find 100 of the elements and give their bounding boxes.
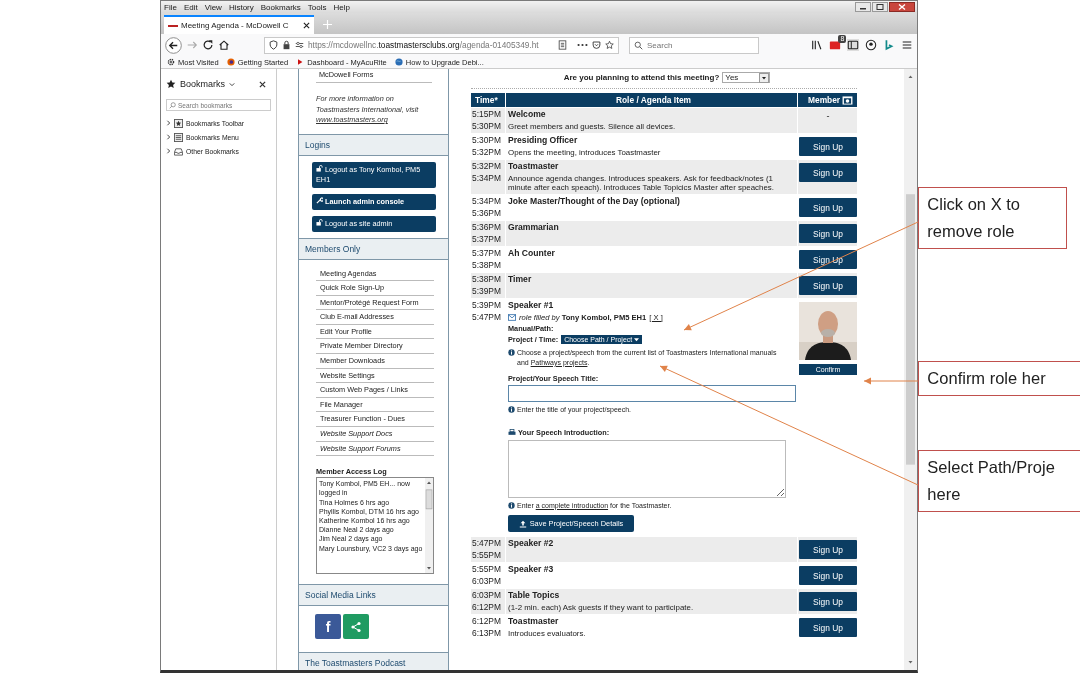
home-icon[interactable] bbox=[218, 39, 230, 51]
role-title: Speaker #3 bbox=[508, 564, 555, 576]
chevron-icon[interactable] bbox=[166, 134, 171, 140]
browser-tab[interactable]: Meeting Agenda - McDowell C bbox=[164, 15, 314, 34]
caret-icon bbox=[634, 337, 640, 342]
search-field[interactable]: Search bbox=[629, 36, 759, 54]
callout-box: Select Path/Proje here bbox=[918, 450, 1080, 512]
close-icon[interactable] bbox=[259, 80, 266, 88]
start-time: 5:15PM bbox=[472, 109, 502, 121]
star-folder-icon bbox=[174, 118, 183, 128]
scrollbar[interactable] bbox=[425, 478, 433, 574]
envelope-icon[interactable] bbox=[508, 313, 516, 321]
end-time: 6:13PM bbox=[472, 627, 502, 640]
search-icon bbox=[634, 40, 643, 50]
printer-icon[interactable] bbox=[508, 428, 516, 436]
start-time: 5:37PM bbox=[472, 248, 502, 260]
start-time: 5:30PM bbox=[472, 135, 502, 147]
wrench-icon bbox=[316, 196, 323, 204]
more-icon[interactable] bbox=[577, 43, 588, 47]
maximize-icon[interactable] bbox=[872, 2, 889, 12]
close-icon[interactable] bbox=[889, 2, 916, 12]
close-icon[interactable] bbox=[303, 22, 310, 29]
upload-icon bbox=[518, 519, 527, 528]
sign-up-button[interactable]: Sign Up bbox=[799, 198, 857, 218]
sign-up-button[interactable]: Sign Up bbox=[799, 540, 857, 560]
column-header: Time* bbox=[471, 93, 505, 107]
section-header: Logins bbox=[299, 133, 448, 156]
star-icon bbox=[166, 79, 176, 89]
column-header: Role / Agenda Item bbox=[506, 93, 797, 107]
menu-icon[interactable] bbox=[901, 39, 914, 51]
menu-item[interactable]: Edit bbox=[183, 2, 198, 12]
menu-item[interactable]: Bookmarks bbox=[260, 2, 301, 12]
extension-icon[interactable] bbox=[883, 39, 896, 51]
start-time: 5:32PM bbox=[472, 161, 502, 173]
end-time: 5:38PM bbox=[472, 259, 502, 272]
sign-up-button[interactable]: Sign Up bbox=[799, 276, 857, 296]
share-button[interactable] bbox=[343, 614, 369, 640]
reader-view-icon[interactable] bbox=[558, 40, 567, 50]
facebook-button[interactable]: f bbox=[315, 614, 341, 640]
unlock-icon bbox=[316, 218, 323, 226]
triangle-icon bbox=[296, 58, 305, 66]
chevron-icon[interactable] bbox=[166, 120, 171, 126]
role-title: Welcome bbox=[508, 109, 547, 121]
menu-item[interactable]: View bbox=[204, 2, 222, 12]
globe-icon bbox=[394, 58, 403, 66]
introduction-field[interactable] bbox=[508, 439, 786, 498]
reload-icon[interactable] bbox=[202, 39, 214, 51]
share-icon bbox=[350, 620, 362, 633]
start-time: 6:12PM bbox=[472, 616, 502, 628]
list-icon bbox=[174, 132, 183, 142]
chevron-icon[interactable] bbox=[166, 148, 171, 154]
role-title: Toastmaster bbox=[508, 616, 560, 628]
start-time: 6:03PM bbox=[472, 590, 502, 602]
info-icon bbox=[508, 406, 515, 414]
start-time: 5:38PM bbox=[472, 274, 502, 286]
role-title: Table Topics bbox=[508, 590, 561, 602]
end-time: 5:36PM bbox=[472, 207, 502, 220]
sign-up-button[interactable]: Sign Up bbox=[799, 163, 857, 182]
browser-logo bbox=[226, 58, 235, 66]
permissions-icon[interactable] bbox=[295, 40, 304, 50]
camera-icon[interactable] bbox=[842, 95, 854, 105]
extension-icon[interactable] bbox=[829, 39, 842, 51]
sign-up-button[interactable]: Sign Up bbox=[799, 137, 857, 156]
start-time: 5:39PM bbox=[472, 300, 502, 312]
end-time: 5:37PM bbox=[472, 233, 502, 246]
info-icon bbox=[508, 349, 515, 357]
minimize-icon[interactable] bbox=[855, 2, 872, 12]
start-time: 5:36PM bbox=[472, 222, 502, 234]
end-time: 5:30PM bbox=[472, 120, 502, 132]
role-title: Toastmaster bbox=[508, 161, 560, 173]
sign-up-button[interactable]: Sign Up bbox=[799, 224, 857, 244]
speech-title-field[interactable] bbox=[508, 385, 796, 403]
column-header: Member bbox=[808, 94, 841, 107]
menu-item[interactable]: History bbox=[228, 2, 254, 12]
start-time: 5:55PM bbox=[472, 564, 502, 576]
account-icon[interactable] bbox=[865, 39, 878, 51]
menu-item[interactable]: File bbox=[164, 2, 177, 12]
back-icon[interactable] bbox=[165, 36, 182, 54]
url-text: https://mcdowellnc.toastmastersclubs.org/agenda-01405349.ht bbox=[308, 40, 540, 50]
role-title: Speaker #2 bbox=[508, 538, 555, 550]
sign-up-button[interactable]: Sign Up bbox=[799, 566, 857, 586]
empty-member-mark: - bbox=[826, 111, 830, 122]
star-icon[interactable] bbox=[605, 40, 614, 50]
attendance-question: Are you planning to attend this meeting? bbox=[563, 73, 720, 82]
scrollbar[interactable] bbox=[904, 69, 918, 670]
sidebar-title[interactable]: Bookmarks bbox=[180, 79, 225, 89]
pocket-icon[interactable] bbox=[592, 40, 601, 50]
library-icon[interactable] bbox=[811, 39, 824, 51]
menu-item[interactable]: Help bbox=[333, 2, 350, 12]
chevron-icon[interactable] bbox=[229, 81, 235, 87]
sign-up-button[interactable]: Sign Up bbox=[799, 618, 857, 638]
address-field[interactable]: https://mcdowellnc.toastmastersclubs.org/agenda-01405349.ht bbox=[264, 36, 619, 54]
shield-icon[interactable] bbox=[269, 40, 278, 50]
attendance-select[interactable]: Yes bbox=[722, 72, 771, 83]
sign-up-button[interactable]: Sign Up bbox=[799, 592, 857, 612]
menu-item[interactable]: Tools bbox=[307, 2, 327, 12]
role-title: Presiding Officer bbox=[508, 135, 579, 147]
sidebar-icon[interactable] bbox=[847, 39, 860, 51]
role-title: Timer bbox=[508, 274, 533, 286]
lock-icon[interactable] bbox=[282, 40, 291, 50]
